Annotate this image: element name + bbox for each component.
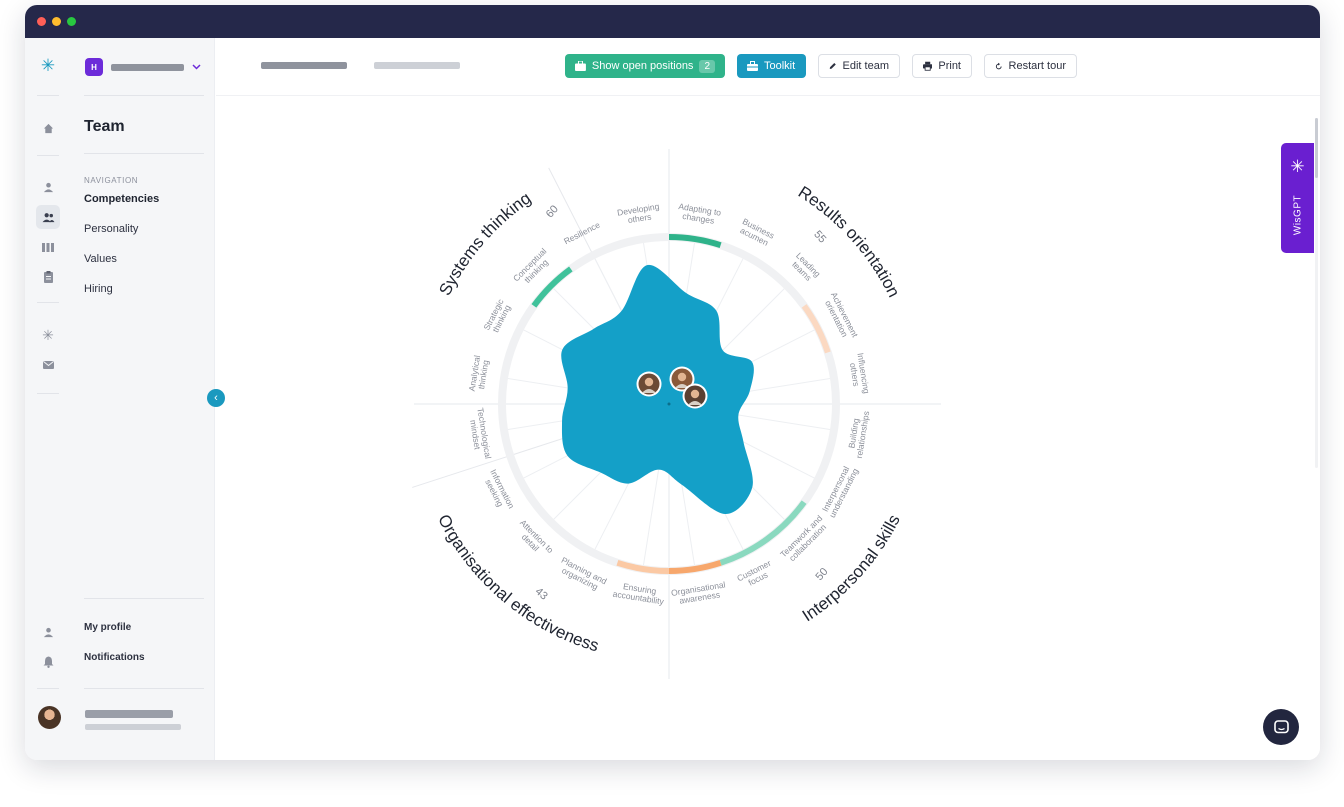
chevron-down-icon[interactable] — [192, 64, 201, 70]
chat-launcher-button[interactable] — [1263, 709, 1299, 745]
workspace-badge[interactable]: H — [85, 58, 103, 76]
chart-group-title: Organisational effectiveness — [434, 511, 601, 655]
restart-tour-button[interactable]: Restart tour — [984, 54, 1077, 78]
wisgpt-logo-icon: ✳ — [1290, 157, 1305, 176]
print-button[interactable]: Print — [912, 54, 972, 78]
workspace-name-placeholder[interactable] — [111, 64, 184, 71]
tab-placeholder-active[interactable] — [261, 62, 347, 69]
sidebar-divider — [84, 95, 204, 96]
rail-divider — [37, 688, 59, 689]
team-icon[interactable] — [36, 205, 60, 229]
title-bar — [25, 5, 1320, 38]
chart-group-title: Results orientation — [795, 182, 904, 300]
icon-rail: ✳ ✳ — [25, 38, 72, 760]
restart-tour-label: Restart tour — [1008, 60, 1066, 72]
team-member-avatar — [644, 377, 654, 387]
home-icon[interactable] — [36, 116, 60, 140]
notifications-link[interactable]: Notifications — [84, 652, 145, 663]
briefcase-icon — [575, 61, 586, 71]
my-profile-link[interactable]: My profile — [84, 622, 131, 633]
printer-icon — [923, 61, 933, 71]
snowflake-icon[interactable]: ✳ — [36, 323, 60, 347]
chart-center-dot — [667, 402, 671, 406]
chart-axis-label: Planning andorganizing — [556, 555, 609, 595]
chart-axis-label: Businessacumen — [737, 216, 776, 249]
nav-item-personality[interactable]: Personality — [84, 223, 138, 235]
bell-icon[interactable] — [36, 650, 60, 674]
chart-group-score: 60 — [544, 203, 561, 220]
nav-item-competencies[interactable]: Competencies — [84, 193, 159, 205]
wisgpt-label: WisGPT — [1292, 194, 1303, 236]
sidebar-divider — [84, 598, 204, 599]
person-icon[interactable] — [36, 175, 60, 199]
chart-group-score: 43 — [533, 586, 550, 603]
scrollbar-thumb[interactable] — [1315, 118, 1318, 178]
sidebar-divider — [84, 153, 204, 154]
chart-group-title: Systems thinking — [435, 188, 534, 298]
team-member-avatar — [677, 372, 687, 382]
user-name-placeholder — [85, 710, 173, 718]
person-icon[interactable] — [36, 620, 60, 644]
user-email-placeholder — [85, 724, 181, 730]
chart-axis-label: Analyticalthinking — [467, 354, 491, 393]
chart-group-score: 55 — [811, 228, 828, 245]
tab-placeholder[interactable] — [374, 62, 460, 69]
chat-icon — [1273, 719, 1289, 733]
chart-axis-label: Buildingrelationships — [845, 409, 871, 459]
nav-caption: NAVIGATION — [84, 176, 139, 185]
chart-group-score: 50 — [813, 566, 830, 583]
clipboard-icon[interactable] — [36, 265, 60, 289]
snowflake-logo-icon[interactable]: ✳ — [36, 54, 60, 78]
toolkit-label: Toolkit — [764, 60, 796, 72]
rail-divider — [37, 155, 59, 156]
edit-team-label: Edit team — [842, 60, 889, 72]
show-open-positions-label: Show open positions — [591, 60, 694, 72]
chart-axis-label: Achievementorientation — [821, 290, 861, 343]
maximize-window-button[interactable] — [67, 17, 76, 26]
positions-count-badge: 2 — [699, 59, 715, 73]
show-open-positions-button[interactable]: Show open positions 2 — [565, 54, 725, 78]
chart-axis-label: Developingothers — [616, 201, 661, 226]
chart-axis-label: Adapting tochanges — [676, 201, 722, 227]
sidebar-divider — [84, 688, 204, 689]
chart-axis-label: Strategicthinking — [481, 297, 513, 336]
chart-axis-label: Resilience — [562, 219, 602, 246]
chart-axis-label: Influencingothers — [847, 352, 872, 396]
sidebar: H Team NAVIGATION Competencies Personali… — [72, 38, 215, 760]
toolbox-icon — [747, 61, 758, 71]
rail-divider — [37, 393, 59, 394]
app-window: ✳ ✳ H Team NAVIGATION Competencies Perso… — [25, 5, 1320, 760]
chart-axis-label: Ensuringaccountability — [612, 580, 667, 607]
mail-icon[interactable] — [36, 353, 60, 377]
close-window-button[interactable] — [37, 17, 46, 26]
chart-arc-highlight — [801, 304, 831, 354]
competency-radar-chart: Developingothers Adapting tochanges Busine… — [412, 149, 941, 679]
collapse-sidebar-button[interactable]: ‹ — [207, 389, 225, 407]
chart-axis-label: Leadingteams — [788, 250, 823, 285]
edit-team-button[interactable]: Edit team — [818, 54, 900, 78]
avatar[interactable] — [38, 706, 61, 729]
print-label: Print — [938, 60, 961, 72]
wisgpt-panel-tab[interactable]: ✳ WisGPT — [1281, 143, 1314, 253]
pencil-icon — [829, 62, 836, 70]
nav-item-values[interactable]: Values — [84, 253, 117, 265]
toolkit-button[interactable]: Toolkit — [737, 54, 806, 78]
rail-divider — [37, 95, 59, 96]
minimize-window-button[interactable] — [52, 17, 61, 26]
chart-axis-label: Organisationalawareness — [670, 579, 727, 606]
chart-axis-label: Technologicalmindset — [466, 407, 493, 461]
top-toolbar: Show open positions 2 Toolkit Edit team … — [216, 38, 1320, 96]
nav-item-hiring[interactable]: Hiring — [84, 283, 113, 295]
page-title: Team — [84, 118, 125, 135]
rail-divider — [37, 302, 59, 303]
chart-axis-label: Customerfocus — [735, 558, 777, 592]
main-content: Show open positions 2 Toolkit Edit team … — [216, 38, 1320, 760]
chart-axis-label: Informationseeking — [480, 468, 516, 515]
columns-icon[interactable] — [36, 235, 60, 259]
team-member-avatar — [690, 389, 700, 399]
restart-icon — [995, 62, 1002, 69]
